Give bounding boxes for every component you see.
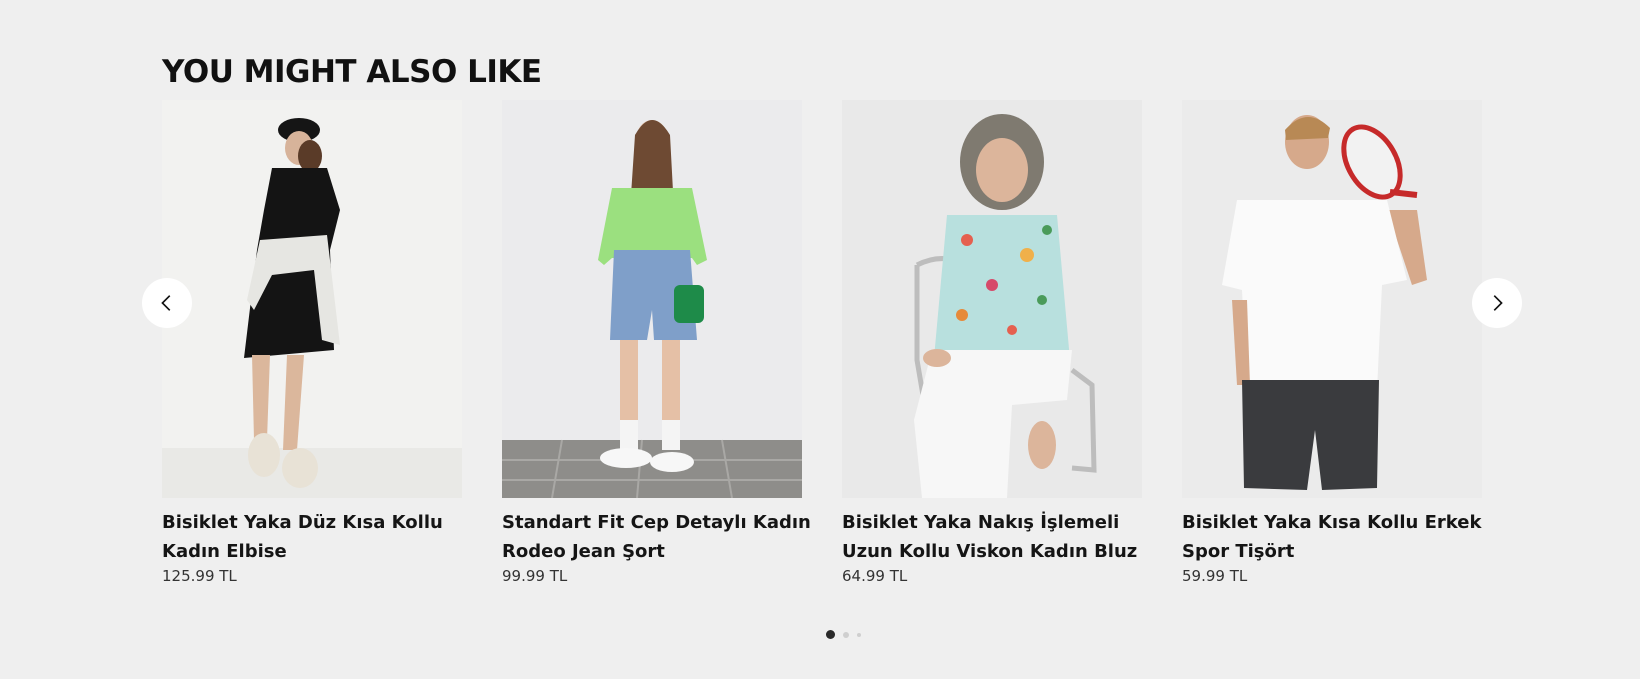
product-card[interactable]: Standart Fit Cep Detaylı Kadın Rodeo Jea…	[502, 100, 811, 586]
section-title: YOU MIGHT ALSO LIKE	[162, 54, 542, 90]
product-card[interactable]: Bisiklet Yaka Nakış İşlemeli Uzun Kollu …	[842, 100, 1142, 586]
product-image[interactable]	[842, 100, 1142, 498]
product-name[interactable]: Bisiklet Yaka Kısa Kollu Erkek Spor Tişö…	[1182, 508, 1512, 566]
pagination-dot-active[interactable]	[826, 630, 835, 639]
product-price: 59.99 TL	[1182, 567, 1248, 585]
product-name[interactable]: Standart Fit Cep Detaylı Kadın Rodeo Jea…	[502, 508, 832, 566]
product-name[interactable]: Bisiklet Yaka Nakış İşlemeli Uzun Kollu …	[842, 508, 1172, 566]
chevron-left-icon	[161, 295, 171, 311]
product-price: 125.99 TL	[162, 567, 237, 585]
product-image[interactable]	[502, 100, 802, 498]
product-image[interactable]	[162, 100, 462, 498]
product-card[interactable]: Bisiklet Yaka Düz Kısa Kollu Kadın Elbis…	[162, 100, 462, 586]
product-image[interactable]	[1182, 100, 1482, 498]
product-card[interactable]: Bisiklet Yaka Kısa Kollu Erkek Spor Tişö…	[1182, 100, 1482, 586]
product-price: 99.99 TL	[502, 567, 568, 585]
product-name[interactable]: Bisiklet Yaka Düz Kısa Kollu Kadın Elbis…	[162, 508, 492, 566]
product-price: 64.99 TL	[842, 567, 908, 585]
carousel-prev-button[interactable]	[142, 278, 192, 328]
chevron-right-icon	[1493, 295, 1503, 311]
product-carousel: Bisiklet Yaka Düz Kısa Kollu Kadın Elbis…	[162, 100, 1482, 600]
pagination-dot[interactable]	[843, 631, 849, 638]
carousel-pagination	[826, 630, 861, 639]
pagination-dot[interactable]	[857, 632, 861, 637]
carousel-next-button[interactable]	[1472, 278, 1522, 328]
